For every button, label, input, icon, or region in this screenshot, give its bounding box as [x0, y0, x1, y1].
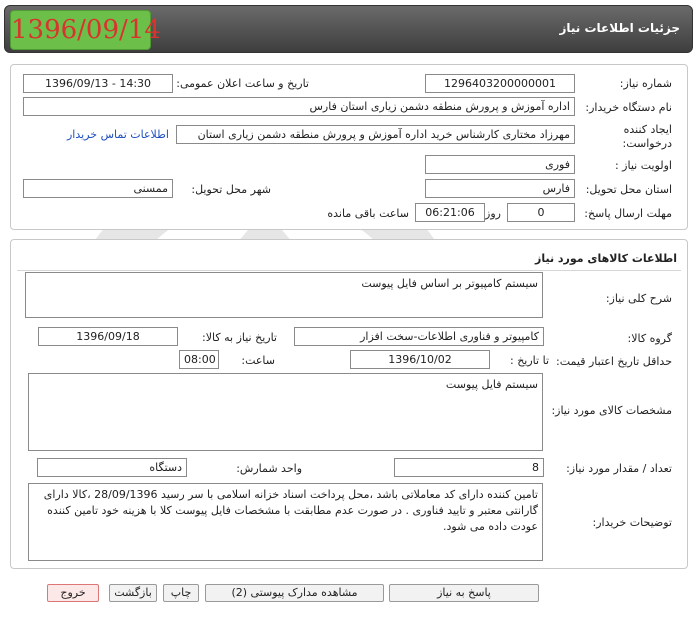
province-field: فارس	[425, 179, 575, 198]
general-desc-field: سیستم کامپیوتر بر اساس فایل پیوست	[25, 272, 543, 318]
exit-button[interactable]: خروج	[47, 584, 99, 602]
quantity-label: تعداد / مقدار مورد نیاز:	[566, 462, 672, 475]
hour-field: 08:00	[179, 350, 219, 369]
to-date-label: تا تاریخ :	[510, 354, 549, 367]
deadline-days-field: 0	[507, 203, 575, 222]
requester-field: مهرزاد مختاری کارشناس خرید اداره آموزش و…	[176, 125, 575, 144]
unit-label: واحد شمارش:	[236, 462, 302, 475]
date-badge-text: 1396/09/14	[11, 15, 161, 45]
reply-button[interactable]: پاسخ به نیاز	[389, 584, 539, 602]
general-desc-label: شرح کلی نیاز:	[605, 292, 672, 305]
goods-section-title: اطلاعات کالاهای مورد نیاز	[535, 252, 677, 265]
need-date-field: 1396/09/18	[38, 327, 178, 346]
city-field: ممسنی	[23, 179, 173, 198]
buyer-notes-field: تامین کننده دارای کد معاملاتی باشد ،محل …	[28, 483, 543, 561]
goods-group-field: کامپیوتر و فناوری اطلاعات-سخت افزار	[294, 327, 544, 346]
requester-label: ایجاد کننده درخواست:	[622, 123, 672, 150]
need-info-panel: شماره نیاز: 1296403200000001 تاریخ و ساع…	[10, 64, 688, 230]
title-bar: 1396/09/14 جزئیات اطلاعات نیاز	[4, 5, 693, 53]
goods-info-panel: اطلاعات کالاهای مورد نیاز شرح کلی نیاز: …	[10, 239, 688, 569]
deadline-time-field: 06:21:06	[415, 203, 485, 222]
deadline-label: مهلت ارسال پاسخ:	[584, 207, 672, 220]
specs-field: سیستم فایل پیوست	[28, 373, 543, 451]
buyer-contact-link[interactable]: اطلاعات تماس خریدار	[67, 128, 169, 141]
date-badge: 1396/09/14	[10, 10, 161, 50]
priority-field: فوری	[425, 155, 575, 174]
attachments-button[interactable]: مشاهده مدارک پیوستی (2)	[205, 584, 384, 602]
specs-label: مشخصات کالای مورد نیاز:	[551, 404, 672, 417]
need-number-field: 1296403200000001	[425, 74, 575, 93]
back-button[interactable]: بازگشت	[109, 584, 157, 602]
print-button[interactable]: چاپ	[163, 584, 199, 602]
unit-field: دستگاه	[37, 458, 187, 477]
announce-date-label: تاریخ و ساعت اعلان عمومی:	[176, 77, 309, 90]
buyer-org-field: اداره آموزش و پرورش منطقه دشمن زیاری است…	[23, 97, 575, 116]
goods-group-label: گروه کالا:	[627, 332, 672, 345]
quantity-field: 8	[394, 458, 544, 477]
hour-label: ساعت:	[241, 354, 275, 367]
need-number-label: شماره نیاز:	[619, 77, 672, 90]
page-title: جزئیات اطلاعات نیاز	[559, 21, 680, 35]
buyer-org-label: نام دستگاه خریدار:	[585, 101, 672, 114]
buyer-notes-label: توضیحات خریدار:	[592, 516, 673, 529]
to-date-field: 1396/10/02	[350, 350, 490, 369]
min-validity-label: حداقل تاریخ اعتبار قیمت:	[556, 355, 672, 368]
need-date-label: تاریخ نیاز به کالا:	[202, 331, 277, 344]
province-label: استان محل تحویل:	[585, 183, 672, 196]
priority-label: اولویت نیاز :	[614, 159, 672, 172]
announce-date-field: 1396/09/13 - 14:30	[23, 74, 173, 93]
remaining-label: ساعت باقی مانده	[327, 207, 409, 220]
city-label: شهر محل تحویل:	[191, 183, 271, 196]
section-divider	[17, 270, 681, 271]
